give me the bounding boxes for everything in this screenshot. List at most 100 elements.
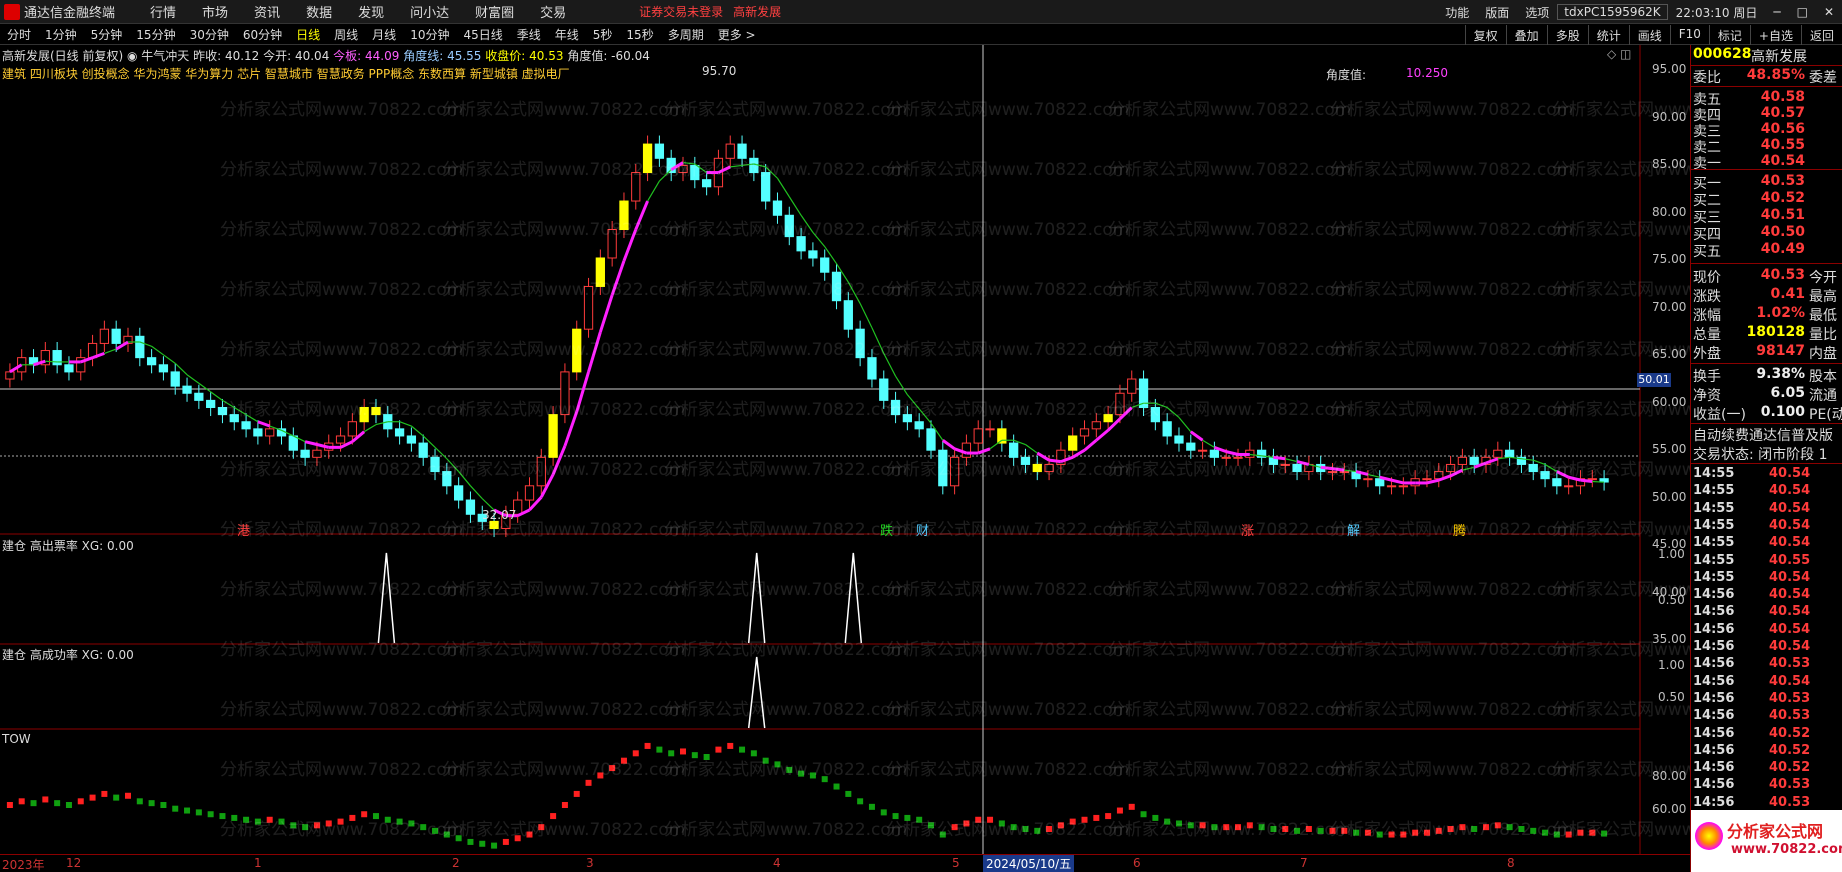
tow-dot xyxy=(1116,807,1123,814)
candle-body xyxy=(1445,463,1456,473)
candle-body xyxy=(1587,478,1597,481)
btn-f10[interactable]: F10 xyxy=(1669,25,1709,45)
kline-chart[interactable] xyxy=(0,45,1690,872)
minimize-icon[interactable]: ─ xyxy=(1765,5,1788,19)
period-5min[interactable]: 5分钟 xyxy=(84,26,130,43)
tow-dot xyxy=(644,742,651,749)
candle-body xyxy=(170,371,180,387)
period-day[interactable]: 日线 xyxy=(289,26,327,43)
period-more[interactable]: 更多 > xyxy=(711,26,763,43)
period-15min[interactable]: 15分钟 xyxy=(129,26,182,43)
candle-body xyxy=(206,399,216,408)
ind3-axis-1: 80.00 xyxy=(1652,769,1687,783)
menu-news[interactable]: 资讯 xyxy=(241,2,293,21)
period-month[interactable]: 月线 xyxy=(365,26,403,43)
period-15sec[interactable]: 15秒 xyxy=(619,26,660,43)
tick-row: 14:56 40.53 xyxy=(1691,691,1842,709)
candle-body xyxy=(146,357,157,366)
ma-line-segment xyxy=(989,439,1003,450)
period-10min[interactable]: 10分钟 xyxy=(403,26,456,43)
period-quarter[interactable]: 季线 xyxy=(510,26,548,43)
btn-multi[interactable]: 多股 xyxy=(1546,25,1588,45)
menu-wealth[interactable]: 财富圈 xyxy=(462,2,527,21)
menu-options[interactable]: 选项 xyxy=(1517,4,1557,21)
candle-body xyxy=(1280,463,1290,466)
candle-body xyxy=(1327,471,1338,474)
btn-stats[interactable]: 统计 xyxy=(1587,25,1629,45)
clock: 22:03:10 周日 xyxy=(1675,5,1758,20)
bid-row[interactable]: 买五 40.49 xyxy=(1691,241,1842,260)
tow-dot xyxy=(762,757,769,764)
ma-line-segment xyxy=(575,371,590,413)
event-marker-2[interactable]: 跌 xyxy=(880,520,893,539)
menu-market[interactable]: 行情 xyxy=(137,2,189,21)
indicator2-title[interactable]: 建仓 高成功率 XG: 0.00 xyxy=(2,646,134,663)
menu-data[interactable]: 数据 xyxy=(293,2,345,21)
maximize-icon[interactable]: □ xyxy=(1789,5,1816,19)
btn-back[interactable]: 返回 xyxy=(1800,25,1842,45)
period-multi[interactable]: 多周期 xyxy=(661,26,711,43)
menu-ask[interactable]: 问小达 xyxy=(397,2,462,21)
indicator3-title[interactable]: TOW xyxy=(2,732,31,746)
bid-row[interactable]: 买二 40.52 xyxy=(1691,190,1842,209)
menu-markets[interactable]: 市场 xyxy=(189,2,241,21)
menu-function[interactable]: 功能 xyxy=(1437,4,1477,21)
event-marker-1[interactable]: 港 xyxy=(237,520,250,539)
period-45day[interactable]: 45日线 xyxy=(456,26,509,43)
tow-dot xyxy=(1211,824,1218,831)
tick-row: 14:56 40.53 xyxy=(1691,777,1842,795)
menu-layout[interactable]: 版面 xyxy=(1477,4,1517,21)
tow-dot xyxy=(1270,826,1277,832)
event-marker-5[interactable]: 解 xyxy=(1347,520,1360,539)
tow-dot xyxy=(313,822,320,829)
btn-overlay[interactable]: 叠加 xyxy=(1505,25,1547,45)
candle-body xyxy=(1162,421,1172,437)
notice-row-1[interactable]: 自动续费通达信普及版 xyxy=(1691,425,1842,444)
candle-body xyxy=(631,172,641,202)
ma-line-segment xyxy=(906,394,920,410)
period-week[interactable]: 周线 xyxy=(327,26,365,43)
login-warning[interactable]: 证券交易未登录 xyxy=(639,3,723,20)
tick-time: 14:55 xyxy=(1693,466,1735,481)
stat-row: 现价 40.53 今开 xyxy=(1691,267,1842,286)
btn-add-watch[interactable]: +自选 xyxy=(1749,25,1801,45)
tow-dot xyxy=(302,824,309,831)
bid-row[interactable]: 买三 40.51 xyxy=(1691,207,1842,226)
event-marker-4[interactable]: 涨 xyxy=(1241,520,1254,539)
candle-body xyxy=(572,328,582,373)
tow-dot xyxy=(337,818,344,825)
btn-mark[interactable]: 标记 xyxy=(1708,25,1750,45)
event-marker-6[interactable]: 腾 xyxy=(1453,520,1466,539)
user-id[interactable]: tdxPC1595962K xyxy=(1557,4,1668,20)
period-5sec[interactable]: 5秒 xyxy=(586,26,620,43)
candle-body xyxy=(536,456,546,487)
menu-discover[interactable]: 发现 xyxy=(345,2,397,21)
btn-draw[interactable]: 画线 xyxy=(1628,25,1670,45)
tow-dot xyxy=(124,792,131,799)
bid-row[interactable]: 买一 40.53 xyxy=(1691,173,1842,192)
bid-row[interactable]: 买四 40.50 xyxy=(1691,224,1842,243)
panel-stock-name: 高新发展 xyxy=(1751,49,1807,65)
period-60min[interactable]: 60分钟 xyxy=(236,26,289,43)
candle-body xyxy=(1186,442,1196,451)
period-1min[interactable]: 1分钟 xyxy=(38,26,84,43)
period-year[interactable]: 年线 xyxy=(548,26,586,43)
tow-dot xyxy=(467,838,474,845)
tow-dot xyxy=(1459,824,1466,831)
menu-trade[interactable]: 交易 xyxy=(527,2,579,21)
tow-dot xyxy=(231,814,238,821)
btn-adjust[interactable]: 复权 xyxy=(1464,25,1506,45)
close-icon[interactable]: ✕ xyxy=(1816,5,1842,19)
tick-time: 14:55 xyxy=(1693,535,1735,551)
ma-line-segment xyxy=(1025,444,1038,454)
period-fenshi[interactable]: 分时 xyxy=(0,26,38,43)
event-marker-3[interactable]: 财 xyxy=(916,520,929,539)
candle-body xyxy=(5,371,15,380)
tow-dot xyxy=(113,794,120,801)
indicator1-title[interactable]: 建仓 高出票率 XG: 0.00 xyxy=(2,537,134,554)
tick-price: 40.54 xyxy=(1769,639,1811,654)
period-30min[interactable]: 30分钟 xyxy=(183,26,236,43)
flower-logo-icon xyxy=(1695,822,1723,850)
candle-body xyxy=(1375,478,1385,487)
stat2-value: 9.38% xyxy=(1756,366,1805,382)
